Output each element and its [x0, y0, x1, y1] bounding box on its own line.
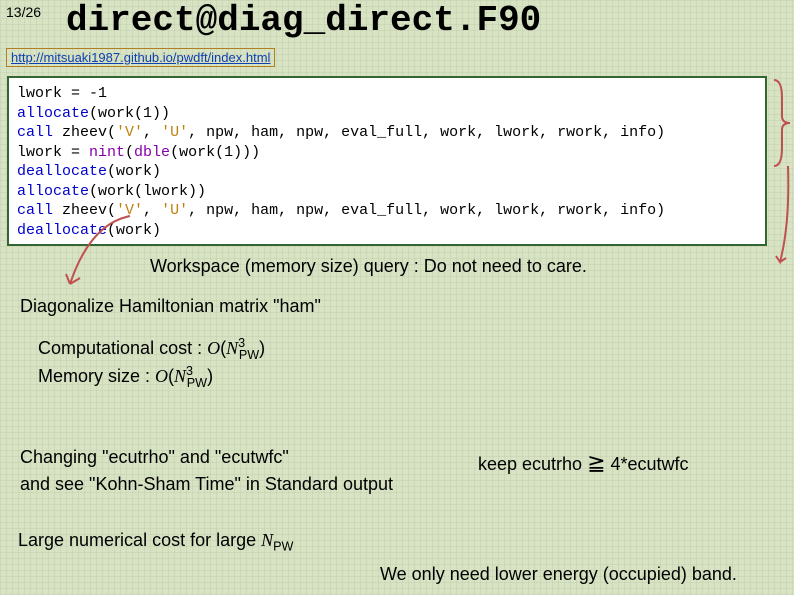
code-line: lwork = nint(dble(work(1))): [17, 143, 757, 163]
source-url[interactable]: http://mitsuaki1987.github.io/pwdft/inde…: [6, 48, 275, 67]
only-need-note: We only need lower energy (occupied) ban…: [380, 564, 737, 585]
code-line: allocate(work(lwork)): [17, 182, 757, 202]
large-cost-note: Large numerical cost for large NPW: [18, 530, 293, 554]
page-title: direct@diag_direct.F90: [66, 0, 541, 41]
code-line: lwork = -1: [17, 84, 757, 104]
arrow-workspace-icon: [770, 164, 792, 270]
page-number: 13/26: [6, 4, 41, 20]
memory-size: Memory size : O(N3PW): [38, 364, 213, 390]
arrow-diag-icon: [60, 214, 150, 294]
code-line: deallocate(work): [17, 162, 757, 182]
code-line: call zheev('V', 'U', npw, ham, npw, eval…: [17, 123, 757, 143]
keep-condition: keep ecutrho ≧ 4*ecutwfc: [478, 450, 689, 476]
brace-icon: [772, 78, 792, 168]
code-line: allocate(work(1)): [17, 104, 757, 124]
diagonalize-annotation: Diagonalize Hamiltonian matrix "ham": [20, 296, 321, 317]
computational-cost: Computational cost : O(N3PW): [38, 336, 265, 362]
changing-instruction: Changing "ecutrho" and "ecutwfc" and see…: [20, 444, 420, 498]
workspace-annotation: Workspace (memory size) query : Do not n…: [150, 256, 587, 277]
